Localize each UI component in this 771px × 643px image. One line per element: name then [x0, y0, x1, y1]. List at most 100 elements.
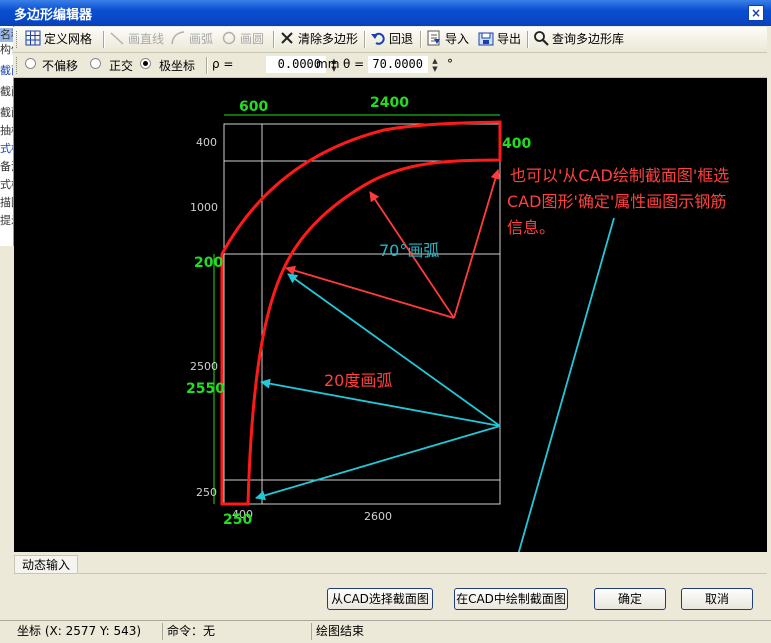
draw-line-label: 画直线: [128, 32, 165, 46]
toolbar-separator: [364, 31, 366, 48]
draw-circle-label: 画圆: [240, 32, 265, 46]
strip-item: 式样: [0, 178, 13, 191]
strip-item: 名称: [0, 28, 13, 42]
strip-item: 截面: [0, 85, 13, 98]
dim-top-600: 600: [239, 99, 268, 115]
status-coordinates: 坐标 (X: 2577 Y: 543): [13, 623, 163, 640]
annotation-arc20: 20度画弧: [324, 371, 392, 390]
export-button[interactable]: 导出: [478, 30, 521, 49]
dim-left-2550: 2550: [186, 381, 225, 397]
grid-outer-rect: [223, 123, 501, 505]
export-label: 导出: [497, 32, 522, 46]
drawing-canvas[interactable]: 600 2400 400 400 1000 2500 250 200 2550 …: [14, 78, 767, 552]
strip-item: 提示: [0, 214, 13, 227]
arrow-to-draw-in-cad-button: [517, 217, 615, 552]
toolbar: 定义网格 画直线 画弧 画圆 清除多边形 回退 导入 导出 查询多边形库: [13, 27, 767, 53]
annotation-cad-line-3: 信息。: [507, 218, 555, 237]
line-icon: [110, 32, 124, 45]
clear-polygon-button[interactable]: 清除多边形: [279, 30, 358, 49]
options-grip[interactable]: [16, 57, 20, 74]
dim-left-400: 400: [196, 136, 217, 149]
toolbar-separator: [527, 31, 529, 48]
arrow-to-bottom: [255, 425, 501, 501]
theta-label: θ =: [343, 57, 365, 71]
rho-label: ρ =: [212, 57, 234, 71]
dim-left-250: 250: [196, 486, 217, 499]
circle-icon: [222, 31, 236, 45]
options-separator: [206, 57, 208, 74]
undo-label: 回退: [389, 32, 414, 46]
import-button[interactable]: 导入: [426, 30, 469, 49]
toolbar-separator: [273, 31, 275, 48]
annotation-cad-line-2: CAD图形'确定'属性画图示钢筋: [507, 192, 726, 211]
arrow-to-arc70-start: [285, 265, 455, 319]
strip-item: 截面: [0, 64, 13, 77]
annotation-arc70: 70°画弧: [379, 241, 439, 260]
draw-in-cad-button[interactable]: 在CAD中绘制截面图: [454, 588, 568, 610]
orthogonal-radio[interactable]: [90, 58, 101, 69]
strip-item: 截面: [0, 106, 13, 119]
grid-lines: [223, 123, 501, 505]
options-bar: 不偏移 正交 极坐标 ρ = 0.0000 ▲ ▼ mm θ = 70.0000 …: [13, 53, 767, 78]
grid-icon: [25, 30, 41, 46]
define-grid-label: 定义网格: [44, 32, 93, 46]
undo-button[interactable]: 回退: [370, 30, 413, 49]
polar-label[interactable]: 极坐标: [159, 57, 195, 74]
toolbar-separator: [103, 31, 105, 48]
annotation-cad-line-1: 也可以'从CAD绘制截面图'框选: [510, 166, 729, 185]
status-message: 绘图结束: [316, 624, 365, 638]
draw-arc-button[interactable]: 画弧: [170, 30, 213, 49]
drawing-svg[interactable]: 600 2400 400 400 1000 2500 250 200 2550 …: [14, 78, 767, 552]
strip-item: 抽样: [0, 124, 13, 137]
select-from-cad-button[interactable]: 从CAD选择截面图: [327, 588, 433, 610]
polygon-editor-window: 多边形编辑器 × 名称 构件 截面 截面 截面 抽样 式样 备注 式样 描图 提…: [0, 0, 771, 643]
toolbar-separator: [420, 31, 422, 48]
dim-left-2500: 2500: [190, 360, 218, 373]
arc-icon: [171, 31, 185, 45]
annotations: 70°画弧 20度画弧 也可以'从CAD绘制截面图'框选 CAD图形'确定'属性…: [324, 166, 729, 390]
ok-button[interactable]: 确定: [594, 588, 666, 610]
query-library-label: 查询多边形库: [552, 32, 625, 46]
dim-left-200: 200: [194, 255, 223, 271]
strip-item: 构件: [0, 43, 13, 56]
export-icon: [478, 32, 494, 46]
dim-bottom-250: 250: [223, 512, 252, 528]
clear-polygon-label: 清除多边形: [298, 32, 359, 46]
title-bar[interactable]: 多边形编辑器 ×: [0, 0, 771, 26]
dim-right-400: 400: [502, 136, 531, 152]
import-label: 导入: [445, 32, 470, 46]
theta-input[interactable]: 70.0000: [368, 56, 428, 73]
undo-icon: [371, 32, 385, 45]
dim-top-2400: 2400: [370, 95, 409, 111]
clear-x-icon: [281, 32, 293, 44]
status-bar: 坐标 (X: 2577 Y: 543) 命令：无 绘图结束: [0, 620, 771, 643]
bottom-button-panel: 从CAD选择截面图 在CAD中绘制截面图 确定 取消: [14, 573, 767, 620]
arrow-to-arc20-top: [287, 273, 501, 427]
dim-left-1000: 1000: [190, 201, 218, 214]
theta-spinner[interactable]: ▲ ▼: [431, 57, 439, 73]
background-panel-strip: 名称 构件 截面 截面 截面 抽样 式样 备注 式样 描图 提示: [0, 26, 14, 246]
arrow-to-corner: [453, 169, 501, 319]
close-button[interactable]: ×: [748, 5, 764, 21]
cancel-button[interactable]: 取消: [681, 588, 753, 610]
strip-item: 描图: [0, 196, 13, 209]
search-icon: [534, 31, 549, 46]
no-offset-label[interactable]: 不偏移: [42, 57, 78, 74]
polar-radio[interactable]: [140, 58, 151, 69]
strip-item: 备注: [0, 160, 13, 173]
cyan-arrows: [255, 217, 615, 552]
dim-bottom-2600: 2600: [364, 510, 392, 523]
no-offset-radio[interactable]: [25, 58, 36, 69]
orthogonal-label[interactable]: 正交: [109, 57, 133, 74]
toolbar-grip[interactable]: [16, 31, 20, 48]
strip-item: 式样: [0, 142, 13, 155]
dynamic-input-tab[interactable]: 动态输入: [14, 555, 78, 574]
draw-circle-button[interactable]: 画圆: [221, 30, 264, 49]
query-library-button[interactable]: 查询多边形库: [533, 30, 624, 49]
define-grid-button[interactable]: 定义网格: [25, 30, 92, 49]
rho-unit: mm: [316, 57, 340, 71]
import-icon: [427, 30, 440, 46]
draw-line-button[interactable]: 画直线: [109, 30, 164, 49]
window-title: 多边形编辑器: [14, 8, 93, 23]
polygon-shape[interactable]: [220, 120, 502, 506]
